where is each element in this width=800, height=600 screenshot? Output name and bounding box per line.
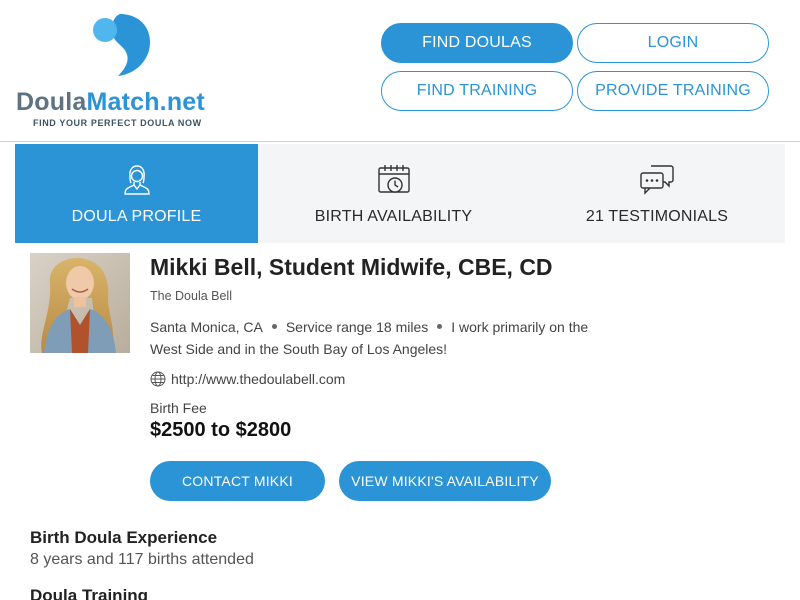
logo-mark-icon: [93, 14, 150, 76]
tab-testimonials[interactable]: 21 TESTIMONIALS: [529, 144, 785, 243]
business-name: The Doula Bell: [150, 289, 232, 303]
training-heading: Doula Training: [30, 586, 149, 600]
globe-icon: [150, 371, 166, 387]
person-icon: [123, 165, 150, 195]
website-link[interactable]: http://www.thedoulabell.com: [171, 371, 345, 387]
experience-text: 8 years and 117 births attended: [30, 551, 254, 568]
tab-label: BIRTH AVAILABILITY: [314, 208, 473, 225]
contact-button[interactable]: CONTACT MIKKI: [150, 461, 325, 501]
tab-label: 21 TESTIMONIALS: [585, 208, 729, 225]
find-training-button[interactable]: FIND TRAINING: [381, 71, 573, 111]
service-range-text: Service range 18 miles: [285, 319, 429, 335]
birth-fee-value: $2500 to $2800: [150, 419, 292, 441]
site-header: DoulaMatch.net FIND YOUR PERFECT DOULA N…: [0, 0, 800, 142]
profile-tabs: DOULA PROFILE BIRTH AVAILABILITY 21 TEST…: [15, 144, 785, 243]
location-text: Santa Monica, CA: [150, 319, 263, 335]
location-details: Santa Monica, CA Service range 18 miles I …: [150, 316, 620, 360]
profile-photo-image: [30, 253, 130, 353]
calendar-clock-icon: [377, 165, 410, 193]
doula-name: Mikki Bell, Student Midwife, CBE, CD: [150, 254, 553, 280]
login-button[interactable]: LOGIN: [577, 23, 769, 63]
profile-photo: [30, 253, 130, 353]
provide-training-button[interactable]: PROVIDE TRAINING: [577, 71, 769, 111]
view-availability-button[interactable]: VIEW MIKKI'S AVAILABILITY: [339, 461, 551, 501]
logo-wordmark: DoulaMatch.net: [16, 88, 205, 116]
find-doulas-button[interactable]: FIND DOULAS: [381, 23, 573, 63]
site-logo[interactable]: DoulaMatch.net FIND YOUR PERFECT DOULA N…: [16, 12, 226, 132]
experience-heading: Birth Doula Experience: [30, 528, 218, 547]
bullet-separator: [437, 323, 443, 329]
tab-doula-profile[interactable]: DOULA PROFILE: [15, 144, 258, 243]
website-row: http://www.thedoulabell.com: [150, 371, 345, 387]
bullet-separator: [271, 323, 277, 329]
birth-fee-label: Birth Fee: [150, 400, 207, 416]
logo-tagline: FIND YOUR PERFECT DOULA NOW: [33, 118, 202, 128]
chat-bubbles-icon: [640, 165, 674, 195]
tab-label: DOULA PROFILE: [71, 208, 202, 225]
tab-birth-availability[interactable]: BIRTH AVAILABILITY: [258, 144, 529, 243]
